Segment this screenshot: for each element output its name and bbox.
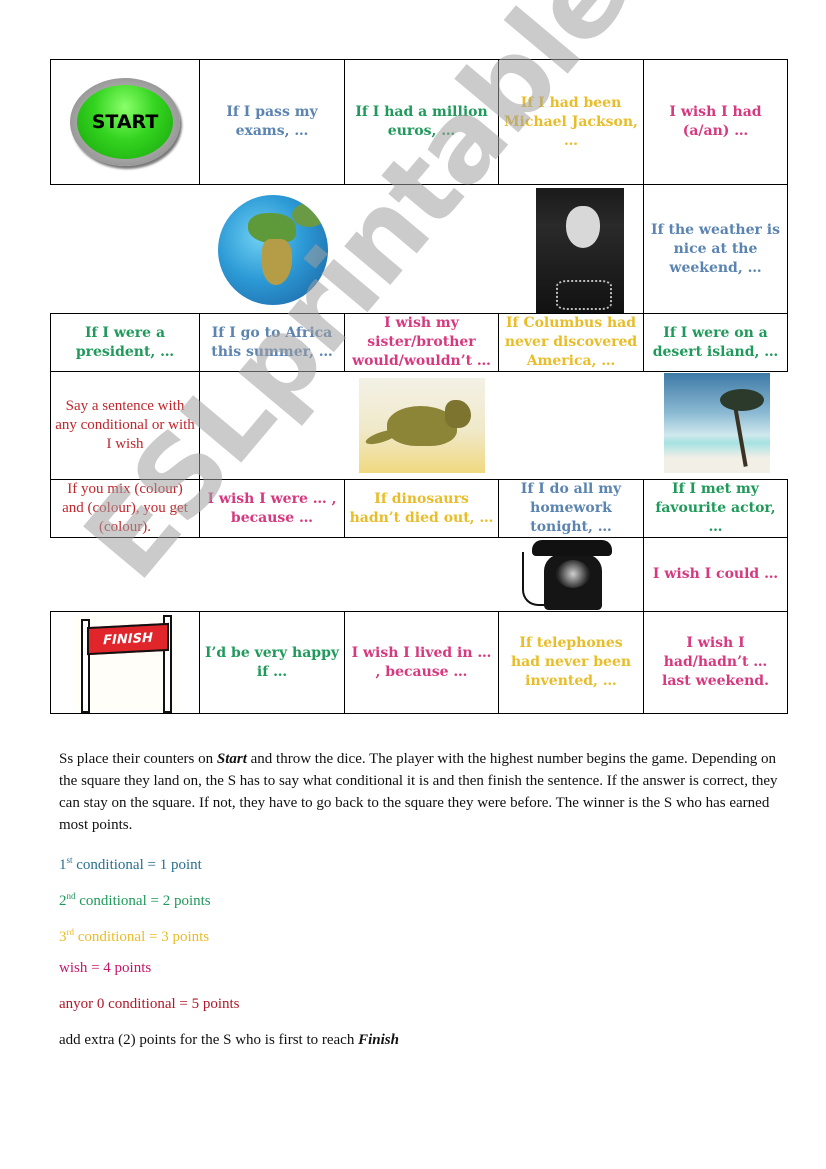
finish-label: FINISH xyxy=(87,622,169,655)
score-third-conditional: 3rd conditional = 3 points xyxy=(59,927,210,945)
board-square[interactable]: If I do all my homework tonight, … xyxy=(498,479,644,538)
score-wish: wish = 4 points xyxy=(59,960,152,976)
square-text: If I were a president, … xyxy=(75,324,175,360)
square-text: I’d be very happy if … xyxy=(204,644,340,680)
board-square[interactable]: I wish I had/hadn’t … last weekend. xyxy=(643,611,788,714)
board-square[interactable]: If dinosaurs hadn’t died out, … xyxy=(344,479,499,538)
board-square[interactable]: If I pass my exams, … xyxy=(199,59,345,185)
square-text: If I met my favourite actor, … xyxy=(655,481,776,535)
board-square[interactable]: If I had been Michael Jackson, … xyxy=(498,59,644,185)
board-square[interactable]: I wish my sister/brother would/wouldn’t … xyxy=(344,313,499,372)
board-square[interactable]: I wish I were … , because … xyxy=(199,479,345,538)
board-row-7: FINISH I’d be very happy if … I wish I l… xyxy=(50,611,788,714)
square-text: If I were on a desert island, … xyxy=(652,324,779,360)
finish-square[interactable]: FINISH xyxy=(50,611,200,714)
square-text: I wish I could … xyxy=(652,566,779,582)
finish-flag-image: FINISH xyxy=(73,614,177,713)
instructions-paragraph: Ss place their counters on Start and thr… xyxy=(59,748,779,836)
board-square[interactable]: I’d be very happy if … xyxy=(199,611,345,714)
board-square[interactable]: I wish I had (a/an) … xyxy=(643,59,788,185)
board-row-1: START If I pass my exams, … If I had a m… xyxy=(50,59,788,185)
score-extra: add extra (2) points for the S who is fi… xyxy=(59,1032,399,1048)
board-row-6: I wish I could … xyxy=(50,537,788,612)
cell-divider xyxy=(199,371,200,480)
square-text: I wish I had (a/an) … xyxy=(669,104,762,139)
square-text: If telephones had never been invented, … xyxy=(510,635,632,689)
square-text: I wish I had/hadn’t … last weekend. xyxy=(662,635,769,689)
board-square[interactable]: I wish I could … xyxy=(643,537,788,612)
board-row-2: If the weather is nice at the weekend, … xyxy=(50,184,788,314)
telephone-image xyxy=(518,540,620,610)
board-square[interactable]: If I go to Africa this summer, … xyxy=(199,313,345,372)
start-button-image: START xyxy=(70,78,180,166)
board-square[interactable]: I wish I lived in … , because … xyxy=(344,611,499,714)
board-row-3: If I were a president, … If I go to Afri… xyxy=(50,313,788,372)
board-row-4: Say a sentence with any conditional or w… xyxy=(50,371,788,480)
square-text: If I go to Africa this summer, … xyxy=(211,324,333,360)
start-square[interactable]: START xyxy=(50,59,200,185)
instructions-text: Ss place their counters on xyxy=(59,751,217,767)
board-square[interactable]: If I met my favourite actor, … xyxy=(643,479,788,538)
board-square[interactable]: If I were on a desert island, … xyxy=(643,313,788,372)
scoring-list: 1st conditional = 1 point 2nd conditiona… xyxy=(59,849,399,1065)
board-square[interactable]: If the weather is nice at the weekend, … xyxy=(643,184,788,314)
worksheet-page: START If I pass my exams, … If I had a m… xyxy=(0,0,826,1169)
beach-palm-image xyxy=(664,372,770,474)
square-text: If I do all my homework tonight, … xyxy=(520,481,622,535)
score-first-conditional: 1st conditional = 1 point xyxy=(59,855,202,873)
board-square[interactable]: If I were a president, … xyxy=(50,313,200,372)
square-text: If you mix (colour) and (colour), you ge… xyxy=(62,481,188,535)
square-text: I wish my sister/brother would/wouldn’t … xyxy=(352,315,491,369)
score-zero-conditional: anyor 0 conditional = 5 points xyxy=(59,996,240,1012)
game-instructions: Ss place their counters on Start and thr… xyxy=(59,748,779,836)
board-square[interactable]: If I had a million euros, … xyxy=(344,59,499,185)
square-text: If the weather is nice at the weekend, … xyxy=(651,221,780,276)
square-text: If I pass my exams, … xyxy=(226,104,318,139)
globe-image xyxy=(215,192,330,307)
square-text: If I had been Michael Jackson, … xyxy=(504,94,638,149)
square-text: Say a sentence with any conditional or w… xyxy=(55,398,195,452)
board-square[interactable]: If Columbus had never discovered America… xyxy=(498,313,644,372)
dinosaur-image xyxy=(359,378,485,473)
square-text: If I had a million euros, … xyxy=(355,104,488,139)
board-row-5: If you mix (colour) and (colour), you ge… xyxy=(50,479,788,538)
start-label: START xyxy=(77,85,173,159)
start-emphasis: Start xyxy=(216,751,247,767)
score-second-conditional: 2nd conditional = 2 points xyxy=(59,891,211,909)
square-text: I wish I lived in … , because … xyxy=(351,644,492,680)
board-square[interactable]: If telephones had never been invented, … xyxy=(498,611,644,714)
board-square[interactable]: If you mix (colour) and (colour), you ge… xyxy=(50,479,200,538)
michael-jackson-photo xyxy=(536,187,624,314)
square-text: I wish I were … , because … xyxy=(207,490,337,526)
square-text: If dinosaurs hadn’t died out, … xyxy=(349,490,494,526)
square-text: If Columbus had never discovered America… xyxy=(504,315,638,369)
board-square[interactable]: Say a sentence with any conditional or w… xyxy=(50,371,200,480)
